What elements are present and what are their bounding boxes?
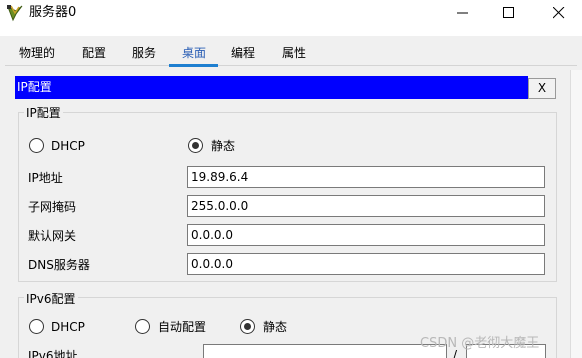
panel-title: IP配置 bbox=[17, 80, 52, 94]
subnet-mask-label: 子网掩码 bbox=[28, 200, 77, 214]
maximize-button[interactable] bbox=[486, 0, 532, 26]
panel-close-button[interactable]: X bbox=[528, 78, 556, 99]
server-app-icon bbox=[5, 3, 25, 23]
ip-address-label: IP地址 bbox=[28, 171, 63, 185]
ipv4-static-label: 静态 bbox=[211, 139, 236, 153]
ipv6-address-label: IPv6地址 bbox=[28, 349, 78, 358]
ipv6-group-title: IPv6配置 bbox=[24, 290, 78, 307]
minimize-button[interactable] bbox=[440, 0, 486, 26]
close-window-button[interactable] bbox=[536, 0, 582, 26]
ipv6-autoconfig-label: 自动配置 bbox=[158, 320, 207, 334]
maximize-icon bbox=[503, 7, 514, 18]
title-bar: 服务器0 bbox=[0, 0, 582, 26]
tab-physical[interactable]: 物理的 bbox=[10, 40, 64, 66]
tab-desktop[interactable]: 桌面 bbox=[171, 40, 217, 66]
tab-programming[interactable]: 编程 bbox=[221, 40, 265, 66]
ipv6-static-label: 静态 bbox=[263, 320, 288, 334]
tab-divider bbox=[5, 65, 577, 66]
scrollbar-track[interactable] bbox=[570, 70, 582, 358]
ipv6-autoconfig-radio[interactable] bbox=[135, 319, 150, 334]
tab-attributes[interactable]: 属性 bbox=[272, 40, 316, 66]
ipv4-group-title: IP配置 bbox=[24, 104, 63, 121]
active-tab-indicator bbox=[169, 64, 218, 67]
watermark: CSDN @老彻大魔王 bbox=[420, 336, 540, 351]
ip-address-input[interactable] bbox=[187, 166, 545, 188]
window-title: 服务器0 bbox=[29, 5, 77, 20]
dns-server-label: DNS服务器 bbox=[28, 258, 90, 272]
ipv6-address-input[interactable] bbox=[203, 344, 447, 358]
ipv6-dhcp-radio[interactable] bbox=[29, 319, 44, 334]
ipv6-static-radio[interactable] bbox=[240, 319, 255, 334]
close-icon bbox=[553, 7, 565, 19]
default-gateway-input[interactable] bbox=[187, 224, 545, 246]
ipv4-static-radio[interactable] bbox=[188, 138, 203, 153]
panel-title-bar: IP配置 bbox=[15, 76, 528, 99]
radio-selected-dot bbox=[243, 322, 251, 330]
minimize-icon bbox=[457, 12, 468, 14]
default-gateway-label: 默认网关 bbox=[28, 229, 77, 243]
tab-config[interactable]: 配置 bbox=[72, 40, 116, 66]
ipv4-dhcp-radio[interactable] bbox=[29, 138, 44, 153]
tab-services[interactable]: 服务 bbox=[122, 40, 166, 66]
dns-server-input[interactable] bbox=[187, 253, 545, 275]
radio-selected-dot bbox=[191, 141, 199, 149]
ipv6-dhcp-label: DHCP bbox=[51, 320, 85, 334]
subnet-mask-input[interactable] bbox=[187, 195, 545, 217]
ipv4-dhcp-label: DHCP bbox=[51, 139, 85, 153]
server-window: 服务器0 物理的 配置 服务 桌面 编程 属性 IP配置 X IP配置 DHCP… bbox=[0, 0, 582, 358]
